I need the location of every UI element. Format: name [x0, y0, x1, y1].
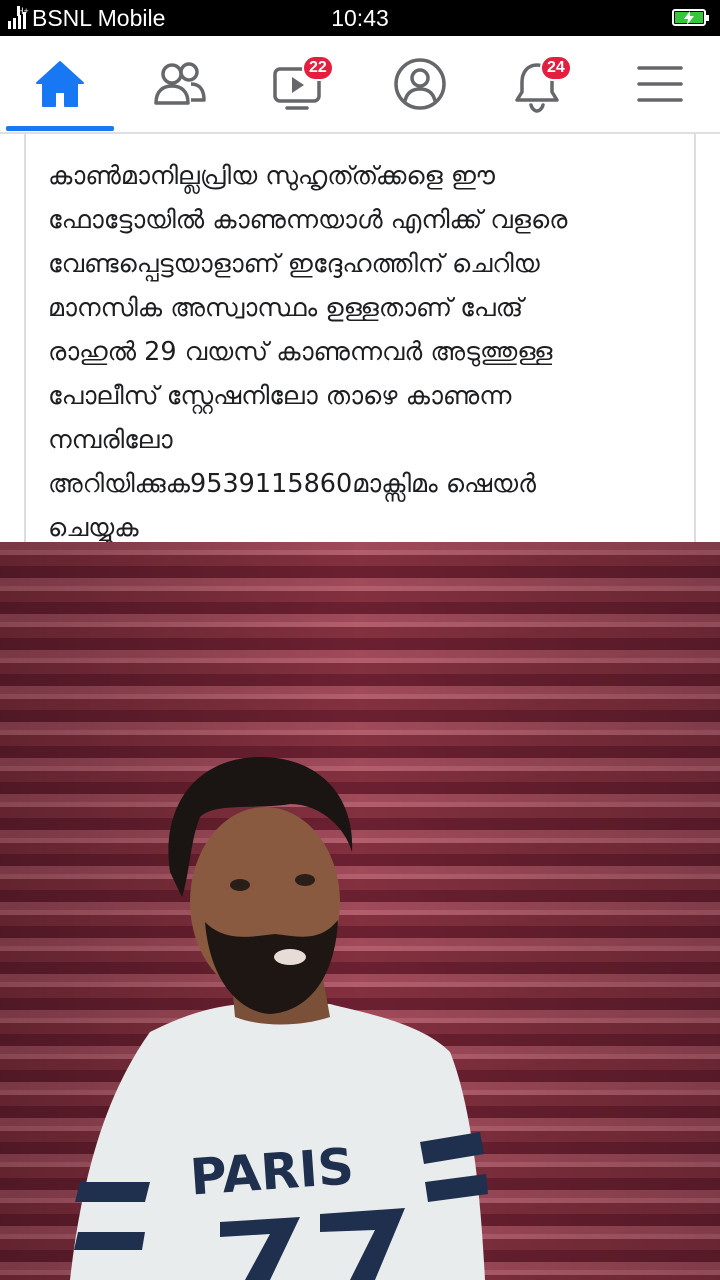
person-photo: PARIS	[0, 542, 720, 1280]
top-navigation: 22 24	[0, 36, 720, 134]
shirt-text: PARIS	[188, 1137, 356, 1206]
post-text-line: അറിയിക്കുക9539115860മാക്സിമം ഷെയർ	[48, 469, 536, 499]
post-text-line: മാനസിക അസ്വാസ്ഥം ഉള്ളതാണ് പേരു്	[48, 293, 524, 323]
profile-icon	[394, 58, 446, 110]
post-text-line: ഫോട്ടോയിൽ കാണുന്നയാൾ എനിക്ക് വളരെ	[48, 205, 568, 235]
post-text-line: പോലീസ് സ്റ്റേഷനിലോ താഴെ കാണുന്ന	[48, 381, 512, 411]
post-text-line: രാഹുൽ 29 വയസ് കാണുന്നവർ അടുത്തുള്ള	[48, 337, 553, 367]
tab-watch[interactable]: 22	[240, 36, 360, 132]
watch-badge: 22	[302, 55, 334, 81]
active-tab-indicator	[6, 126, 114, 131]
post-photo[interactable]: PARIS	[0, 542, 720, 1280]
friends-icon	[154, 62, 206, 105]
post-text-line: നമ്പരിലോ	[48, 425, 173, 455]
post-text-line: കാൺമാനില്ലപ്രിയ സുഹൃത്ത്ക്കളെ ഈ	[48, 161, 495, 191]
status-bar: H+ BSNL Mobile 10:43	[0, 0, 720, 36]
post-text: കാൺമാനില്ലപ്രിയ സുഹൃത്ത്ക്കളെ ഈ ഫോട്ടോയി…	[48, 154, 678, 550]
clock: 10:43	[331, 5, 389, 31]
home-icon	[36, 61, 84, 107]
tab-notifications[interactable]: 24	[480, 36, 600, 132]
notifications-badge: 24	[540, 55, 572, 81]
tab-friends[interactable]	[120, 36, 240, 132]
tab-profile[interactable]	[360, 36, 480, 132]
tab-menu[interactable]	[600, 36, 720, 132]
post-card: കാൺമാനില്ലപ്രിയ സുഹൃത്ത്ക്കളെ ഈ ഫോട്ടോയി…	[24, 134, 696, 543]
tab-home[interactable]	[0, 36, 120, 132]
hamburger-menu-icon	[637, 66, 683, 102]
battery-charging-icon	[672, 9, 709, 26]
post-text-line: വേണ്ടപ്പെട്ടയാളാണ് ഇദ്ദേഹത്തിന് ചെറിയ	[48, 249, 540, 279]
